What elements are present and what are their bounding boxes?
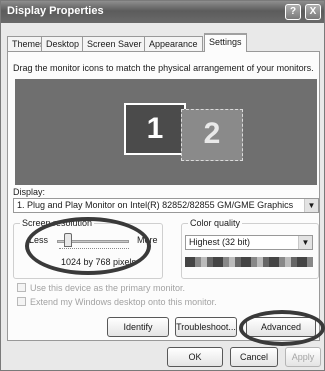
display-label: Display: (13, 187, 46, 197)
tab-appearance[interactable]: Appearance (144, 36, 203, 51)
display-select[interactable]: 1. Plug and Play Monitor on Intel(R) 828… (13, 198, 319, 213)
resolution-value: 1024 by 768 pixels (61, 257, 137, 267)
checkbox-icon[interactable] (17, 297, 26, 306)
close-button[interactable]: X (305, 4, 321, 20)
troubleshoot-button[interactable]: Troubleshoot... (175, 317, 237, 337)
resolution-slider-thumb[interactable] (64, 233, 72, 247)
chevron-down-icon[interactable]: ▼ (304, 199, 318, 212)
advanced-button[interactable]: Advanced (246, 317, 316, 337)
primary-monitor-label: Use this device as the primary monitor. (30, 283, 186, 293)
monitor-1[interactable]: 1 (124, 103, 186, 155)
identify-button[interactable]: Identify (107, 317, 169, 337)
instruction-text: Drag the monitor icons to match the phys… (13, 63, 314, 73)
checkbox-icon[interactable] (17, 283, 26, 292)
ok-button[interactable]: OK (167, 347, 223, 367)
help-button[interactable]: ? (285, 4, 301, 20)
screen-resolution-group: Screen resolution (13, 218, 163, 279)
color-quality-label: Color quality (188, 218, 243, 228)
display-properties-window: Display Properties ? X Themes Desktop Sc… (0, 0, 325, 371)
cancel-button[interactable]: Cancel (230, 347, 278, 367)
color-quality-group: Color quality (181, 218, 319, 279)
color-quality-select[interactable]: Highest (32 bit) ▼ (185, 235, 313, 250)
primary-monitor-checkbox[interactable]: Use this device as the primary monitor. (17, 283, 317, 293)
screen-resolution-label: Screen resolution (20, 218, 95, 228)
window-title: Display Properties (7, 5, 104, 17)
extend-desktop-checkbox[interactable]: Extend my Windows desktop onto this moni… (17, 297, 317, 307)
tab-settings[interactable]: Settings (204, 33, 247, 52)
slider-less-label: Less (29, 235, 49, 245)
display-select-value: 1. Plug and Play Monitor on Intel(R) 828… (17, 200, 294, 210)
title-bar[interactable]: Display Properties ? X (1, 1, 324, 23)
tab-screen-saver[interactable]: Screen Saver (82, 36, 147, 51)
apply-button[interactable]: Apply (285, 347, 321, 367)
monitor-2[interactable]: 2 (181, 109, 243, 161)
tab-desktop[interactable]: Desktop (41, 36, 85, 51)
color-preview-bar (185, 257, 313, 267)
monitor-arrangement-area: 1 2 (15, 79, 317, 185)
extend-desktop-label: Extend my Windows desktop onto this moni… (30, 297, 217, 307)
slider-more-label: More (137, 235, 158, 245)
color-quality-value: Highest (32 bit) (189, 237, 251, 247)
slider-ticks (59, 248, 129, 251)
chevron-down-icon[interactable]: ▼ (298, 236, 312, 249)
